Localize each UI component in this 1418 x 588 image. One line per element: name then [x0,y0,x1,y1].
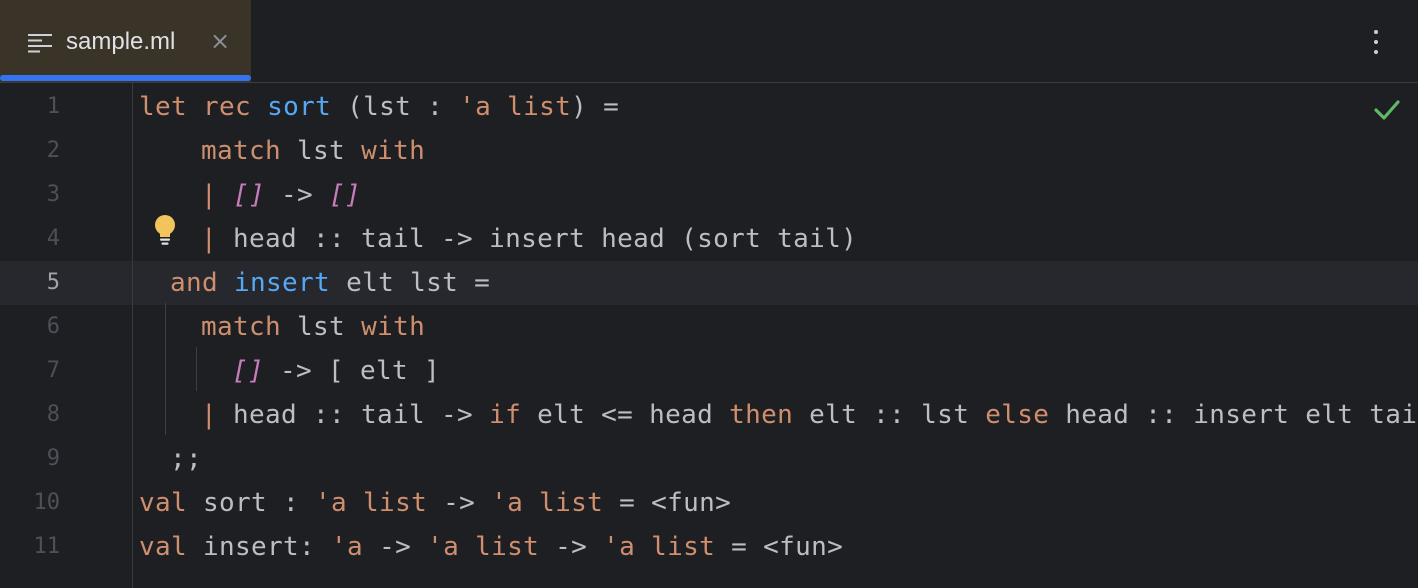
code-token: if [489,400,522,430]
code-token: sort : [187,488,316,518]
code-token: match [201,136,282,166]
code-text: | head :: tail -> insert head (sort tail… [201,217,857,261]
text-file-icon [28,34,52,53]
code-token: elt <= head [521,400,730,430]
code-token: -> [427,488,492,518]
code-token: then [729,400,794,430]
code-token: head :: insert elt tail [1049,400,1418,430]
code-token: (lst : [331,92,460,122]
code-text: | [] -> [] [201,173,361,217]
code-token: with [361,312,426,342]
code-text: [] -> [ elt ] [232,349,440,393]
code-text: | head :: tail -> if elt <= head then el… [201,393,1418,437]
code-token: elt lst = [330,268,491,298]
code-token: val [139,532,188,562]
line-number[interactable]: 11 [0,525,61,569]
code-token: sort [267,92,332,122]
code-token: | [201,180,234,210]
code-line[interactable]: 7 [] -> [ elt ] [0,349,1418,393]
line-number[interactable]: 5 [0,261,60,305]
code-token: insert [234,268,331,298]
code-token: elt :: lst [793,400,986,430]
code-token: match [201,312,282,342]
code-token: and [170,268,219,298]
code-token: = <fun> [715,532,844,562]
code-token: 'a list [459,92,572,122]
line-number[interactable]: 8 [0,393,60,437]
line-number[interactable]: 7 [0,349,60,393]
code-token: [] [233,180,266,210]
code-text: match lst with [201,305,425,349]
code-token: with [361,136,426,166]
code-token: 'a list [603,532,716,562]
code-text: match lst with [201,129,425,173]
check-icon[interactable] [1372,96,1402,124]
line-number[interactable]: 6 [0,305,60,349]
code-token: [] [329,180,362,210]
code-line[interactable]: 3 | [] -> [] [0,173,1418,217]
active-tab-indicator [0,75,251,81]
line-number[interactable]: 3 [0,173,60,217]
code-token: lst [281,312,362,342]
more-vertical-icon[interactable] [1362,24,1390,60]
code-token: -> [539,532,604,562]
code-token: | [201,224,234,254]
code-text: val sort : 'a list -> 'a list = <fun> [139,481,731,525]
code-line[interactable]: 9;; [0,437,1418,481]
close-icon[interactable]: × [206,26,234,56]
code-line[interactable]: 5 and insert elt lst = [0,261,1418,305]
code-token: lst [281,136,362,166]
lightbulb-icon[interactable] [150,214,180,246]
code-text: and insert elt lst = [170,261,490,305]
code-line[interactable]: 2 match lst with [0,129,1418,173]
code-token: val [139,488,188,518]
code-token: head :: tail -> insert head (sort tail) [233,224,858,254]
code-token: head :: tail -> [233,400,490,430]
code-token: let [139,92,188,122]
code-token: 'a list [427,532,540,562]
code-token: 'a list [491,488,604,518]
code-token: 'a [331,532,364,562]
line-number[interactable]: 1 [0,85,60,129]
code-token: = <fun> [603,488,732,518]
code-token: 'a list [315,488,428,518]
code-text: ;; [170,437,202,481]
code-token: ) = [571,92,620,122]
code-line[interactable]: 6 match lst with [0,305,1418,349]
code-text: let rec sort (lst : 'a list) = [139,85,619,129]
code-token: ;; [170,444,203,474]
line-number[interactable]: 4 [0,217,60,261]
code-token: insert: [187,532,332,562]
tab-title: sample.ml [66,28,176,55]
code-line[interactable]: 10 val sort : 'a list -> 'a list = <fun> [0,481,1418,525]
code-token: -> [ elt ] [264,356,441,386]
tab-sample-ml[interactable]: sample.ml × [0,0,251,82]
editor-tab-bar: sample.ml × [0,0,1418,83]
code-line[interactable]: 11 val insert: 'a -> 'a list -> 'a list =… [0,525,1418,569]
line-number[interactable]: 2 [0,129,60,173]
code-token: | [201,400,234,430]
code-editor[interactable]: 1 let rec sort (lst : 'a list) = 2 match ls… [0,83,1418,588]
code-token: -> [363,532,428,562]
code-token: [] [232,356,265,386]
code-token: -> [265,180,330,210]
code-line[interactable]: 1 let rec sort (lst : 'a list) = [0,85,1418,129]
code-token: else [985,400,1050,430]
code-token: rec [203,92,252,122]
line-number[interactable]: 9 [0,437,60,481]
code-line[interactable]: 8 | head :: tail -> if elt <= head then e… [0,393,1418,437]
code-line[interactable]: 4 | head :: tail -> insert head (sort tai… [0,217,1418,261]
code-text: val insert: 'a -> 'a list -> 'a list = <… [139,525,843,569]
line-number[interactable]: 10 [0,481,61,525]
